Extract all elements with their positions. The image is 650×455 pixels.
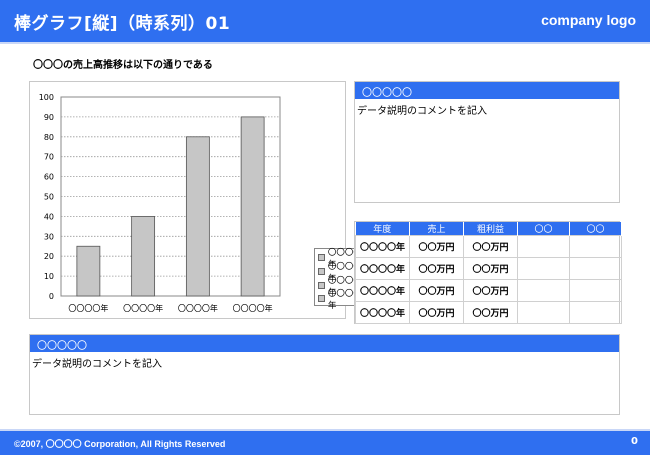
- table-cell: 〇〇万円: [409, 257, 464, 280]
- table-cell: [569, 257, 622, 280]
- footer-bar: ©2007, 〇〇〇〇 Corporation, All Rights Rese…: [0, 431, 650, 455]
- table-cell: [569, 279, 622, 302]
- legend-swatch: [318, 282, 325, 289]
- y-tick-label: 100: [39, 93, 54, 102]
- table-cell: [517, 279, 570, 302]
- company-logo: company logo: [541, 12, 636, 28]
- table-cell: 〇〇〇〇年: [355, 301, 410, 324]
- top-panel-comment: データ説明のコメントを記入: [357, 106, 487, 117]
- table-header-cell: 年度: [355, 222, 410, 236]
- bottom-panel-comment: データ説明のコメントを記入: [32, 359, 162, 370]
- y-tick-label: 90: [44, 113, 54, 122]
- bar: [131, 215, 156, 297]
- table-cell: 〇〇〇〇年: [355, 235, 410, 258]
- bar: [76, 245, 101, 297]
- legend-swatch: [318, 295, 325, 302]
- table-cell: [517, 235, 570, 258]
- table-cell: 〇〇万円: [409, 301, 464, 324]
- table-cell: [569, 301, 622, 324]
- table-header-row: 年度 売上 粗利益 〇〇 〇〇: [355, 222, 622, 236]
- table-cell: 〇〇万円: [463, 279, 518, 302]
- top-panel-header-label: 〇〇〇〇〇: [362, 88, 412, 99]
- table-row: 〇〇〇〇年 〇〇万円 〇〇万円: [355, 257, 622, 280]
- table-cell: 〇〇万円: [463, 235, 518, 258]
- x-tick-label: 〇〇〇〇年: [68, 303, 108, 313]
- table-header-cell: 売上: [409, 222, 464, 236]
- chart-subtitle: 〇〇〇の売上高推移は以下の通りである: [33, 60, 213, 71]
- x-tick-label: 〇〇〇〇年: [233, 303, 273, 313]
- header-divider: [0, 42, 650, 44]
- header-bar: 棒グラフ[縦]（時系列）01 company logo: [0, 0, 650, 42]
- y-tick-label: 30: [44, 232, 54, 241]
- y-tick-label: 0: [49, 292, 54, 301]
- table-header-cell: 〇〇: [517, 222, 570, 236]
- table-header-cell: 〇〇: [569, 222, 622, 236]
- page-number: 0: [631, 436, 638, 447]
- table-cell: [517, 301, 570, 324]
- data-table-container: 年度 売上 粗利益 〇〇 〇〇 〇〇〇〇年 〇〇万円 〇〇万円 〇〇〇〇年 〇〇…: [354, 221, 622, 324]
- y-tick-label: 80: [44, 133, 54, 142]
- legend-swatch: [318, 254, 325, 261]
- table-row: 〇〇〇〇年 〇〇万円 〇〇万円: [355, 235, 622, 258]
- table-cell: 〇〇〇〇年: [355, 279, 410, 302]
- table-cell: 〇〇万円: [463, 257, 518, 280]
- table-cell: 〇〇〇〇年: [355, 257, 410, 280]
- bar-chart: 0 10 20 30 40 50 60 70 80 90 100 〇〇〇〇年 〇〇〇〇年 〇〇〇〇年 〇〇〇…: [39, 93, 281, 313]
- table-cell: 〇〇万円: [409, 279, 464, 302]
- x-tick-label: 〇〇〇〇年: [178, 303, 218, 313]
- bottom-panel-header-label: 〇〇〇〇〇: [37, 341, 87, 352]
- y-tick-label: 60: [44, 173, 54, 182]
- chart-container: 0 10 20 30 40 50 60 70 80 90 100 〇〇〇〇年 〇〇〇〇年 〇〇〇〇年 〇〇〇…: [29, 81, 370, 319]
- table-row: 〇〇〇〇年 〇〇万円 〇〇万円: [355, 279, 622, 302]
- bar: [185, 136, 210, 297]
- page-title: 棒グラフ[縦]（時系列）01: [14, 14, 231, 34]
- y-tick-label: 70: [44, 153, 54, 162]
- table-cell: [569, 235, 622, 258]
- copyright-text: ©2007, 〇〇〇〇 Corporation, All Rights Rese…: [14, 439, 226, 449]
- table-cell: 〇〇万円: [463, 301, 518, 324]
- table-cell: [517, 257, 570, 280]
- table-row: 〇〇〇〇年 〇〇万円 〇〇万円: [355, 301, 622, 324]
- table-header-cell: 粗利益: [463, 222, 518, 236]
- y-tick-label: 50: [44, 193, 54, 202]
- bottom-panel-header: 〇〇〇〇〇: [30, 335, 619, 352]
- y-tick-label: 40: [44, 212, 54, 221]
- data-table: 年度 売上 粗利益 〇〇 〇〇 〇〇〇〇年 〇〇万円 〇〇万円 〇〇〇〇年 〇〇…: [355, 222, 622, 324]
- bar: [240, 116, 265, 297]
- y-tick-label: 20: [44, 252, 54, 261]
- table-cell: 〇〇万円: [409, 235, 464, 258]
- y-tick-label: 10: [44, 272, 54, 281]
- bottom-comment-panel: 〇〇〇〇〇 データ説明のコメントを記入: [29, 334, 620, 415]
- x-tick-label: 〇〇〇〇年: [123, 303, 163, 313]
- top-comment-panel: 〇〇〇〇〇 データ説明のコメントを記入: [354, 81, 620, 203]
- legend-swatch: [318, 268, 325, 275]
- top-panel-header: 〇〇〇〇〇: [355, 82, 619, 99]
